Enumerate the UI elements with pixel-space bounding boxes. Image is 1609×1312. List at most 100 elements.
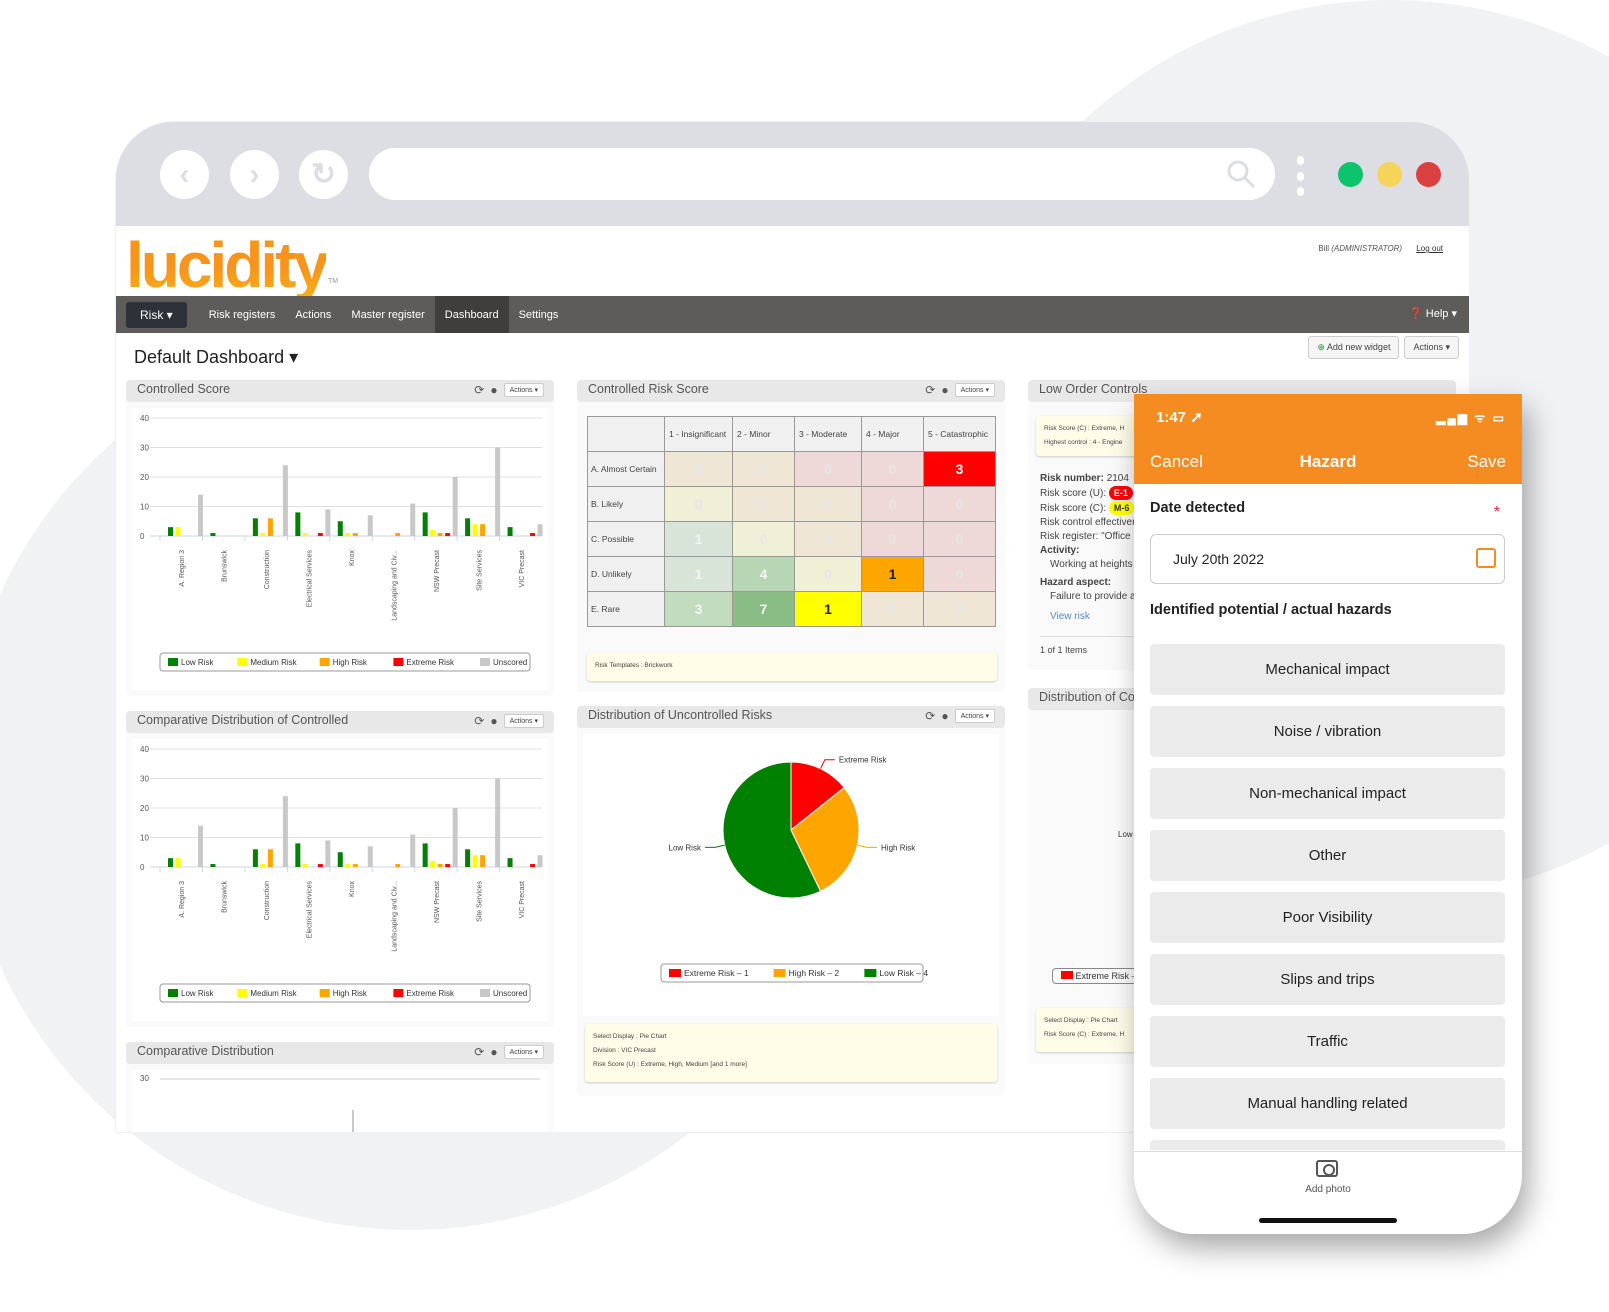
- pie-label: Extreme Risk: [839, 756, 888, 765]
- x-tick-label: A. Region 3: [179, 881, 186, 918]
- window-dot-yellow[interactable]: [1377, 162, 1402, 187]
- matrix-cell[interactable]: 0: [861, 591, 924, 627]
- url-bar[interactable]: [369, 148, 1275, 200]
- nav-dashboard[interactable]: Dashboard: [434, 296, 509, 333]
- lucidity-logo[interactable]: lucidity: [126, 228, 329, 302]
- matrix-cell[interactable]: 3: [664, 591, 733, 627]
- bar: [437, 533, 443, 536]
- help-icon[interactable]: ●: [941, 709, 948, 723]
- back-button[interactable]: ‹: [160, 150, 209, 199]
- matrix-cell[interactable]: 0: [794, 521, 862, 557]
- mobile-header: 1:47 ➚ ▂▄▆ ᯤ ▭ Cancel Hazard Save: [1134, 394, 1522, 484]
- matrix-cell[interactable]: 0: [794, 486, 862, 522]
- matrix-cell[interactable]: 0: [794, 451, 862, 487]
- date-value: July 20th 2022: [1173, 551, 1265, 567]
- hazard-option[interactable]: Manual handling related: [1150, 1078, 1505, 1129]
- refresh-icon[interactable]: ⟳: [474, 714, 484, 728]
- hazard-option[interactable]: Noise / vibration: [1150, 706, 1505, 757]
- calendar-icon[interactable]: [1476, 548, 1496, 568]
- legend-label: Low Risk – 4: [879, 968, 928, 978]
- camera-icon[interactable]: [1316, 1160, 1338, 1177]
- matrix-cell[interactable]: 0: [732, 486, 795, 522]
- help-icon[interactable]: ●: [490, 1045, 497, 1059]
- bar: [465, 518, 471, 536]
- forward-button[interactable]: ›: [230, 150, 279, 199]
- hazard-option[interactable]: Slips and trips: [1150, 954, 1505, 1005]
- date-detected-field[interactable]: July 20th 2022: [1150, 534, 1505, 584]
- nav-settings[interactable]: Settings: [509, 296, 569, 333]
- legend-swatch: [393, 658, 404, 666]
- refresh-icon[interactable]: ⟳: [925, 709, 935, 723]
- bar: [410, 503, 416, 536]
- refresh-icon[interactable]: ⟳: [474, 383, 484, 397]
- matrix-cell[interactable]: 7: [732, 591, 795, 627]
- help-icon[interactable]: ●: [941, 383, 948, 397]
- help-menu[interactable]: ❓ Help ▾: [1409, 307, 1457, 320]
- window-dot-green[interactable]: [1338, 162, 1363, 187]
- help-icon[interactable]: ●: [490, 714, 497, 728]
- add-photo-button[interactable]: Add photo: [1134, 1184, 1522, 1195]
- refresh-icon[interactable]: ⟳: [474, 1045, 484, 1059]
- y-tick: 0: [140, 532, 145, 541]
- nav-actions[interactable]: Actions: [285, 296, 341, 333]
- refresh-icon[interactable]: ⟳: [925, 383, 935, 397]
- hazard-option[interactable]: Traffic: [1150, 1016, 1505, 1067]
- widget-risk-matrix: Controlled Risk Score ⟳ ● Actions ▾ 1 - In…: [577, 380, 1005, 692]
- matrix-cell[interactable]: 0: [732, 451, 795, 487]
- matrix-cell[interactable]: 1: [664, 556, 733, 592]
- legend-label: Extreme Risk –: [1075, 971, 1137, 981]
- risk-menu-button[interactable]: Risk ▾: [126, 301, 187, 328]
- matrix-cell[interactable]: 0: [861, 521, 924, 557]
- bar: [352, 533, 358, 536]
- dashboard-actions-button[interactable]: Actions ▾: [1404, 336, 1459, 359]
- label: Risk score (C):: [1040, 503, 1107, 514]
- matrix-cell[interactable]: 0: [732, 521, 795, 557]
- matrix-cell[interactable]: 0: [794, 556, 862, 592]
- bar: [452, 808, 458, 867]
- matrix-cell[interactable]: 1: [861, 556, 924, 592]
- window-dot-red[interactable]: [1416, 162, 1441, 187]
- bar: [480, 855, 486, 867]
- hazard-option[interactable]: Non-mechanical impact: [1150, 768, 1505, 819]
- hazard-option[interactable]: Poor Visibility: [1150, 892, 1505, 943]
- matrix-cell[interactable]: 0: [923, 556, 996, 592]
- matrix-cell[interactable]: 0: [664, 451, 733, 487]
- hazard-option[interactable]: Other: [1150, 830, 1505, 881]
- matrix-cell[interactable]: 0: [923, 591, 996, 627]
- matrix-cell[interactable]: 0: [861, 486, 924, 522]
- save-button[interactable]: Save: [1467, 452, 1506, 472]
- matrix-cell[interactable]: 0: [923, 521, 996, 557]
- matrix-cell[interactable]: 0: [923, 486, 996, 522]
- bar: [282, 465, 288, 536]
- kebab-menu-icon[interactable]: [1296, 156, 1304, 196]
- widget-filter-note: Risk Templates : Brickwork: [587, 653, 997, 681]
- logout-link[interactable]: Log out: [1416, 244, 1443, 253]
- bar: [422, 512, 428, 536]
- y-tick: 20: [140, 1131, 149, 1132]
- view-risk-link[interactable]: View risk: [1040, 610, 1136, 624]
- widget-actions-button[interactable]: Actions ▾: [503, 1045, 544, 1059]
- matrix-cell[interactable]: 0: [664, 486, 733, 522]
- add-widget-button[interactable]: ⊕ Add new widget: [1308, 336, 1400, 359]
- matrix-cell[interactable]: 4: [732, 556, 795, 592]
- widget-actions-button[interactable]: Actions ▾: [503, 383, 544, 397]
- help-icon[interactable]: ●: [490, 383, 497, 397]
- bar: [267, 518, 273, 536]
- nav-risk-registers[interactable]: Risk registers: [199, 296, 286, 333]
- hazard-option[interactable]: Mechanical impact: [1150, 644, 1505, 695]
- dashboard-title[interactable]: Default Dashboard ▾: [134, 347, 298, 368]
- nav-master-register[interactable]: Master register: [341, 296, 434, 333]
- legend-label: Extreme Risk – 1: [684, 968, 749, 978]
- matrix-cell[interactable]: 1: [794, 591, 862, 627]
- widget-actions-button[interactable]: Actions ▾: [954, 709, 995, 723]
- legend-swatch: [773, 969, 786, 977]
- bar: [430, 861, 436, 867]
- matrix-cell[interactable]: 3: [923, 451, 996, 487]
- widget-actions-button[interactable]: Actions ▾: [954, 383, 995, 397]
- reload-button[interactable]: ↻: [299, 150, 348, 199]
- widget-actions-button[interactable]: Actions ▾: [503, 714, 544, 728]
- matrix-cell[interactable]: 0: [861, 451, 924, 487]
- matrix-cell[interactable]: 1: [664, 521, 733, 557]
- bar: [317, 864, 323, 867]
- legend-label: Low Risk: [181, 989, 214, 998]
